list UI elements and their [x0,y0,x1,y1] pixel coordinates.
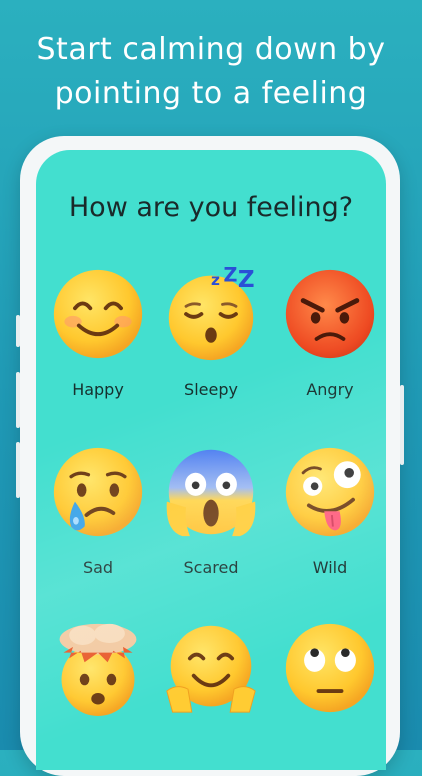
headline-line-1: Start calming down by [36,32,386,67]
feeling-wild[interactable]: Wild [272,444,386,604]
feeling-eye-roll[interactable] [272,620,386,770]
feeling-angry[interactable]: Angry [272,266,386,426]
page-title: How are you feeling? [68,192,354,223]
eye-roll-face-icon [285,623,375,713]
sad-tear-face-icon [53,447,143,537]
feeling-label: Scared [183,558,239,577]
svg-text:Z: Z [238,267,255,293]
feeling-sad[interactable]: Sad [40,444,156,604]
feeling-label: Sleepy [184,380,238,399]
feeling-label: Angry [306,380,354,399]
phone-side-button [16,372,20,428]
feeling-label: Happy [72,380,124,399]
feeling-label: Wild [312,558,348,577]
feeling-hugging[interactable] [153,620,269,770]
smiling-face-icon [53,269,143,359]
zany-face-icon [285,447,375,537]
phone-side-button [16,315,20,347]
sleeping-face-icon: z Z Z [168,266,255,361]
feeling-sleepy[interactable]: z Z Z Sleepy [153,266,269,426]
exploding-head-icon [59,623,137,716]
svg-text:Z: Z [223,266,237,286]
phone-side-button [16,442,20,498]
feeling-happy[interactable]: Happy [40,266,156,426]
app-screen: How are you feeling? Happy z Z Z Sleepy … [36,150,386,770]
phone-power-button [400,385,404,465]
hugging-face-icon [166,625,256,713]
feeling-scared[interactable]: Scared [153,444,269,604]
feeling-exploding[interactable] [40,620,156,770]
marketing-headline: Start calming down by pointing to a feel… [0,28,422,116]
svg-text:z: z [211,271,220,289]
screaming-face-icon [166,449,256,537]
headline-line-2: pointing to a feeling [54,76,368,111]
angry-face-icon [285,269,375,359]
feeling-label: Sad [82,558,114,577]
